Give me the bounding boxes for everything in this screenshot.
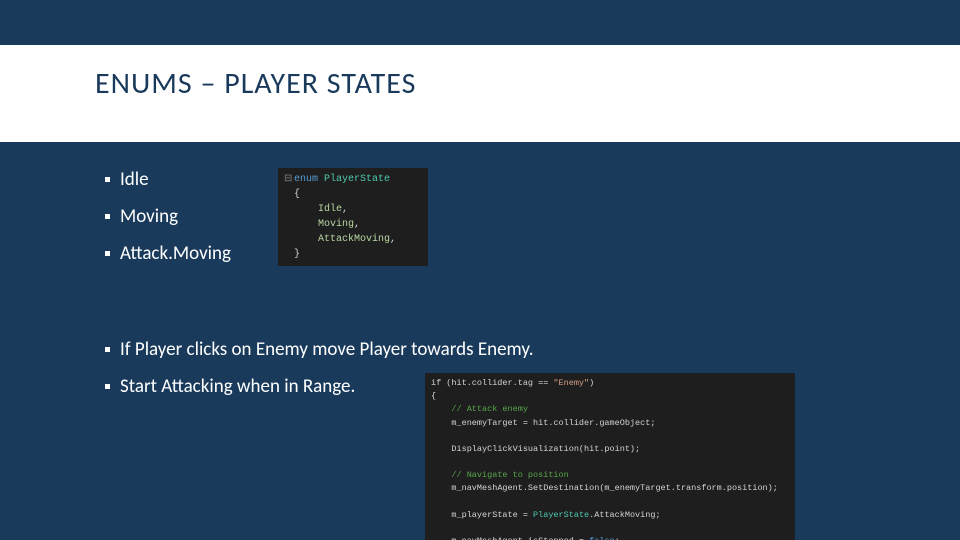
code-snippet-attack: if (hit.collider.tag == "Enemy") { // At…	[425, 373, 795, 540]
slide-title: ENUMS – PLAYER STATES	[95, 65, 960, 102]
list-item: Moving	[105, 205, 231, 228]
bullet-icon	[105, 251, 110, 256]
bullet-text: Attack.Moving	[120, 242, 231, 265]
list-item: If Player clicks on Enemy move Player to…	[105, 338, 534, 361]
bullet-icon	[105, 384, 110, 389]
bullet-text: If Player clicks on Enemy move Player to…	[120, 338, 534, 361]
bullet-text: Idle	[120, 168, 149, 191]
bullets-upper: Idle Moving Attack.Moving	[105, 168, 231, 279]
code-snippet-enum: ⊟enum PlayerState { Idle, Moving, Attack…	[278, 168, 428, 266]
bullet-icon	[105, 214, 110, 219]
bullet-text: Moving	[120, 205, 178, 228]
bullet-icon	[105, 177, 110, 182]
slide-content: Idle Moving Attack.Moving ⊟enum PlayerSt…	[0, 168, 960, 540]
bullet-icon	[105, 347, 110, 352]
bullet-text: Start Attacking when in Range.	[120, 375, 355, 398]
title-band: ENUMS – PLAYER STATES	[0, 45, 960, 142]
list-item: Attack.Moving	[105, 242, 231, 265]
list-item: Idle	[105, 168, 231, 191]
